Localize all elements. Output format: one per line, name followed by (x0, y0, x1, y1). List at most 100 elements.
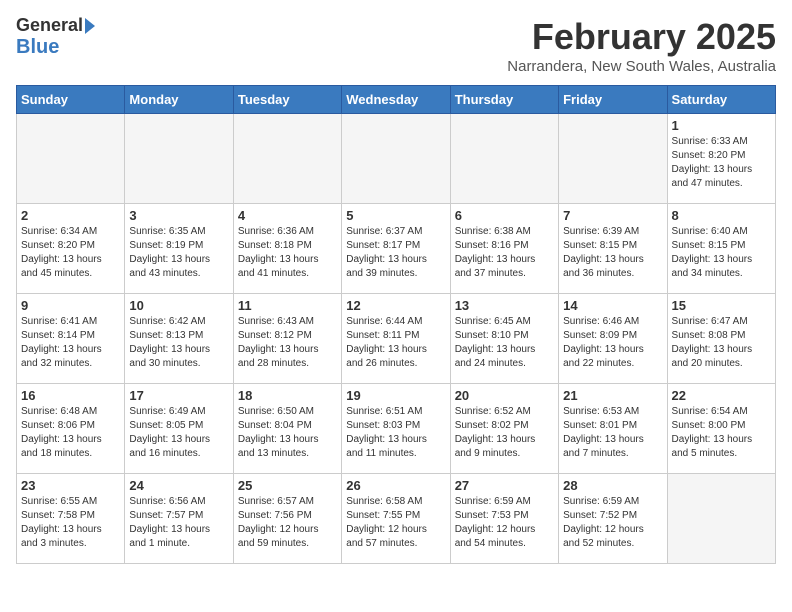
calendar-day-cell (559, 114, 667, 204)
day-number: 7 (563, 208, 662, 223)
calendar-day-cell: 18Sunrise: 6:50 AMSunset: 8:04 PMDayligh… (233, 384, 341, 474)
logo-blue: Blue (16, 36, 59, 58)
calendar-day-cell: 6 Sunrise: 6:38 AMSunset: 8:16 PMDaylight… (450, 204, 558, 294)
day-info: Sunrise: 6:46 AMSunset: 8:09 PMDaylight:… (563, 315, 662, 371)
calendar-day-cell: 25 Sunrise: 6:57 AMSunset: 7:56 PMDayligh… (233, 474, 341, 564)
day-info: Sunrise: 6:39 AMSunset: 8:15 PMDaylight:… (563, 225, 662, 281)
day-number: 10 (129, 298, 228, 313)
day-info: Sunrise: 6:36 AMSunset: 8:18 PMDaylight:… (238, 225, 337, 281)
day-info: Sunrise: 6:37 AMSunset: 8:17 PMDaylight:… (346, 225, 445, 281)
day-info: Sunrise: 6:57 AMSunset: 7:56 PMDaylight:… (238, 495, 337, 551)
day-info: Sunrise: 6:47 AMSunset: 8:08 PMDaylight:… (672, 315, 771, 371)
weekday-header: Saturday (667, 86, 775, 114)
calendar-day-cell: 17Sunrise: 6:49 AMSunset: 8:05 PMDayligh… (125, 384, 233, 474)
day-number: 27 (455, 478, 554, 493)
calendar-week-row: 23Sunrise: 6:55 AMSunset: 7:58 PMDayligh… (17, 474, 776, 564)
weekday-header: Monday (125, 86, 233, 114)
calendar-day-cell (342, 114, 450, 204)
day-info: Sunrise: 6:52 AMSunset: 8:02 PMDaylight:… (455, 405, 554, 461)
calendar-day-cell: 22Sunrise: 6:54 AMSunset: 8:00 PMDayligh… (667, 384, 775, 474)
day-number: 26 (346, 478, 445, 493)
day-number: 3 (129, 208, 228, 223)
calendar-day-cell: 5 Sunrise: 6:37 AMSunset: 8:17 PMDaylight… (342, 204, 450, 294)
day-number: 2 (21, 208, 120, 223)
calendar-table: SundayMondayTuesdayWednesdayThursdayFrid… (16, 85, 776, 564)
day-number: 11 (238, 298, 337, 313)
calendar-week-row: 16 Sunrise: 6:48 AMSunset: 8:06 PMDayligh… (17, 384, 776, 474)
month-title: February 2025 (507, 16, 776, 58)
day-number: 14 (563, 298, 662, 313)
calendar-day-cell: 12 Sunrise: 6:44 AMSunset: 8:11 PMDayligh… (342, 294, 450, 384)
logo-arrow-icon (85, 18, 95, 34)
calendar-day-cell: 26 Sunrise: 6:58 AMSunset: 7:55 PMDayligh… (342, 474, 450, 564)
calendar-day-cell: 7 Sunrise: 6:39 AMSunset: 8:15 PMDaylight… (559, 204, 667, 294)
day-info: Sunrise: 6:56 AMSunset: 7:57 PMDaylight:… (129, 495, 228, 551)
calendar-day-cell: 13 Sunrise: 6:45 AMSunset: 8:10 PMDayligh… (450, 294, 558, 384)
calendar-day-cell: 21 Sunrise: 6:53 AMSunset: 8:01 PMDayligh… (559, 384, 667, 474)
calendar-day-cell: 19 Sunrise: 6:51 AMSunset: 8:03 PMDayligh… (342, 384, 450, 474)
day-info: Sunrise: 6:33 AMSunset: 8:20 PMDaylight:… (672, 135, 771, 191)
location-title: Narrandera, New South Wales, Australia (507, 58, 776, 75)
calendar-day-cell: 28 Sunrise: 6:59 AMSunset: 7:52 PMDayligh… (559, 474, 667, 564)
title-area: February 2025 Narrandera, New South Wale… (507, 16, 776, 75)
calendar-day-cell: 2 Sunrise: 6:34 AMSunset: 8:20 PMDaylight… (17, 204, 125, 294)
calendar-day-cell (17, 114, 125, 204)
calendar-day-cell: 9Sunrise: 6:41 AMSunset: 8:14 PMDaylight… (17, 294, 125, 384)
calendar-day-cell: 1Sunrise: 6:33 AMSunset: 8:20 PMDaylight… (667, 114, 775, 204)
weekday-header: Sunday (17, 86, 125, 114)
day-number: 22 (672, 388, 771, 403)
calendar-day-cell (450, 114, 558, 204)
calendar-day-cell: 16 Sunrise: 6:48 AMSunset: 8:06 PMDayligh… (17, 384, 125, 474)
calendar-day-cell (125, 114, 233, 204)
day-number: 4 (238, 208, 337, 223)
day-number: 5 (346, 208, 445, 223)
calendar-week-row: 9Sunrise: 6:41 AMSunset: 8:14 PMDaylight… (17, 294, 776, 384)
calendar-day-cell: 24 Sunrise: 6:56 AMSunset: 7:57 PMDayligh… (125, 474, 233, 564)
day-info: Sunrise: 6:38 AMSunset: 8:16 PMDaylight:… (455, 225, 554, 281)
logo-general: General (16, 16, 83, 36)
calendar-week-row: 1Sunrise: 6:33 AMSunset: 8:20 PMDaylight… (17, 114, 776, 204)
day-info: Sunrise: 6:55 AMSunset: 7:58 PMDaylight:… (21, 495, 120, 551)
day-info: Sunrise: 6:35 AMSunset: 8:19 PMDaylight:… (129, 225, 228, 281)
calendar-day-cell: 20 Sunrise: 6:52 AMSunset: 8:02 PMDayligh… (450, 384, 558, 474)
weekday-header: Tuesday (233, 86, 341, 114)
calendar-day-cell: 3 Sunrise: 6:35 AMSunset: 8:19 PMDaylight… (125, 204, 233, 294)
day-number: 24 (129, 478, 228, 493)
day-info: Sunrise: 6:48 AMSunset: 8:06 PMDaylight:… (21, 405, 120, 461)
calendar-day-cell: 4 Sunrise: 6:36 AMSunset: 8:18 PMDaylight… (233, 204, 341, 294)
day-number: 15 (672, 298, 771, 313)
day-info: Sunrise: 6:59 AMSunset: 7:52 PMDaylight:… (563, 495, 662, 551)
day-number: 25 (238, 478, 337, 493)
day-info: Sunrise: 6:45 AMSunset: 8:10 PMDaylight:… (455, 315, 554, 371)
day-info: Sunrise: 6:44 AMSunset: 8:11 PMDaylight:… (346, 315, 445, 371)
day-number: 21 (563, 388, 662, 403)
day-info: Sunrise: 6:34 AMSunset: 8:20 PMDaylight:… (21, 225, 120, 281)
day-number: 20 (455, 388, 554, 403)
day-info: Sunrise: 6:42 AMSunset: 8:13 PMDaylight:… (129, 315, 228, 371)
day-info: Sunrise: 6:58 AMSunset: 7:55 PMDaylight:… (346, 495, 445, 551)
calendar-day-cell: 23Sunrise: 6:55 AMSunset: 7:58 PMDayligh… (17, 474, 125, 564)
day-number: 28 (563, 478, 662, 493)
weekday-header: Wednesday (342, 86, 450, 114)
weekday-header: Friday (559, 86, 667, 114)
day-number: 13 (455, 298, 554, 313)
day-info: Sunrise: 6:49 AMSunset: 8:05 PMDaylight:… (129, 405, 228, 461)
day-number: 8 (672, 208, 771, 223)
day-info: Sunrise: 6:51 AMSunset: 8:03 PMDaylight:… (346, 405, 445, 461)
calendar-day-cell (233, 114, 341, 204)
day-number: 12 (346, 298, 445, 313)
day-info: Sunrise: 6:59 AMSunset: 7:53 PMDaylight:… (455, 495, 554, 551)
day-info: Sunrise: 6:53 AMSunset: 8:01 PMDaylight:… (563, 405, 662, 461)
page-header: General Blue February 2025 Narrandera, N… (16, 16, 776, 75)
day-info: Sunrise: 6:41 AMSunset: 8:14 PMDaylight:… (21, 315, 120, 371)
calendar-header-row: SundayMondayTuesdayWednesdayThursdayFrid… (17, 86, 776, 114)
day-number: 19 (346, 388, 445, 403)
calendar-day-cell: 11Sunrise: 6:43 AMSunset: 8:12 PMDayligh… (233, 294, 341, 384)
day-info: Sunrise: 6:40 AMSunset: 8:15 PMDaylight:… (672, 225, 771, 281)
day-number: 16 (21, 388, 120, 403)
calendar-day-cell: 14 Sunrise: 6:46 AMSunset: 8:09 PMDayligh… (559, 294, 667, 384)
calendar-day-cell: 10 Sunrise: 6:42 AMSunset: 8:13 PMDayligh… (125, 294, 233, 384)
calendar-day-cell (667, 474, 775, 564)
weekday-header: Thursday (450, 86, 558, 114)
day-number: 6 (455, 208, 554, 223)
